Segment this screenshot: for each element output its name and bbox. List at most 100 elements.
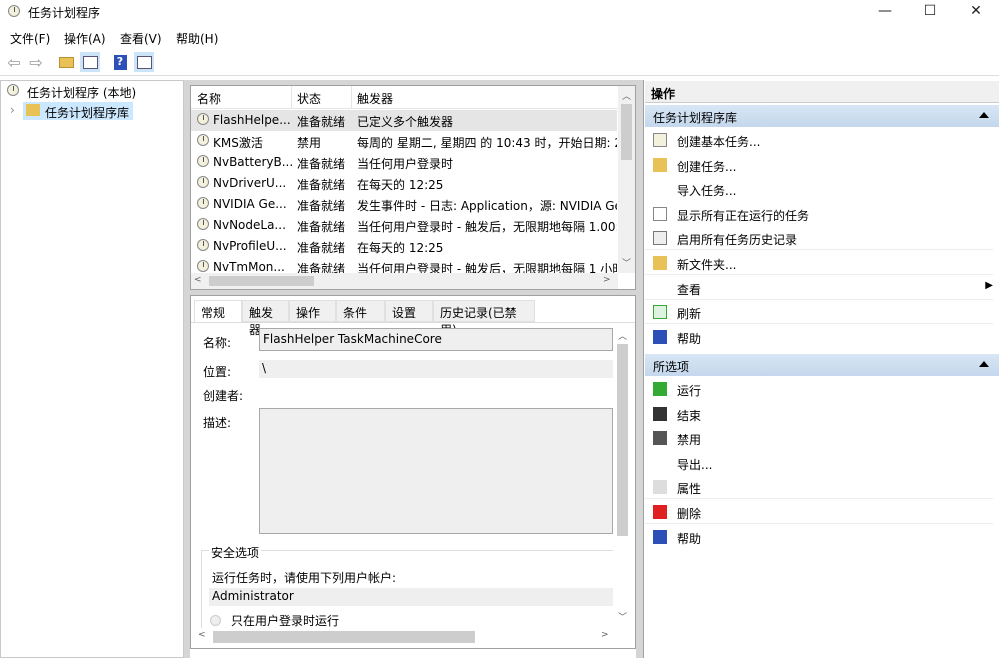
table-row[interactable]: FlashHelpe... 准备就绪 已定义多个触发器 — [191, 110, 617, 131]
action-label: 导入任务... — [677, 184, 737, 199]
back-icon[interactable]: ⇦ — [4, 52, 24, 72]
task-trigger: 在每天的 12:25 — [357, 178, 444, 192]
close-button[interactable]: ✕ — [953, 0, 999, 24]
maximize-button[interactable]: ☐ — [907, 0, 953, 24]
folder-up-icon[interactable] — [56, 52, 76, 72]
run-icon — [653, 382, 667, 396]
tab-5[interactable]: 历史记录(已禁用) — [433, 300, 535, 337]
splitter[interactable] — [636, 80, 643, 658]
action-section2-3[interactable]: 导出... — [645, 451, 993, 475]
menu-view[interactable]: 查看(V) — [120, 30, 162, 47]
task-clock-icon — [197, 113, 209, 125]
scheduler-icon — [7, 84, 19, 96]
task-clock-icon — [197, 260, 209, 272]
menu-file[interactable]: 文件(F) — [10, 30, 50, 47]
expand-chevron-icon[interactable]: › — [10, 103, 15, 117]
task-clock-icon — [197, 176, 209, 188]
action-label: 帮助 — [677, 531, 702, 546]
menu-help[interactable]: 帮助(H) — [176, 30, 218, 47]
tab-2[interactable]: 操作 — [289, 300, 336, 322]
task-name: NvNodeLa... — [213, 218, 286, 232]
radio-logged-on-only[interactable] — [210, 615, 221, 626]
tree-root[interactable]: 任务计划程序 (本地) — [27, 84, 136, 101]
action-label: 运行 — [677, 384, 702, 398]
tree-item-label: 任务计划程序库 — [45, 106, 130, 120]
run-as-label: 运行任务时，请使用下列用户帐户: — [212, 571, 397, 585]
action-section1-0[interactable]: 创建基本任务... — [645, 128, 993, 152]
section-selected-header[interactable]: 所选项 — [645, 354, 999, 376]
name-field[interactable]: FlashHelper TaskMachineCore — [259, 328, 613, 351]
action-section1-2[interactable]: 导入任务... — [645, 177, 993, 201]
task-trigger: 当任何用户登录时 — [357, 157, 454, 171]
help-icon[interactable]: ? — [110, 52, 130, 72]
table-row[interactable]: KMS激活 禁用 每周的 星期二, 星期四 的 10:43 时，开始日期: 2 — [191, 131, 617, 152]
action-section2-6[interactable]: 帮助 — [645, 525, 993, 549]
new-folder-icon — [653, 256, 667, 270]
action-label: 属性 — [677, 482, 702, 497]
show-action-pane-icon[interactable] — [134, 52, 154, 72]
action-label: 创建任务... — [677, 159, 737, 174]
action-section2-4[interactable]: 属性 — [645, 475, 993, 500]
tab-0[interactable]: 常规 — [194, 300, 242, 322]
task-status: 禁用 — [297, 136, 322, 150]
refresh-icon — [653, 305, 667, 320]
navigation-tree: 任务计划程序 (本地) › 任务计划程序库 — [0, 80, 184, 658]
help-icon — [653, 529, 667, 544]
collapse-icon[interactable] — [979, 112, 989, 118]
task-detail-pane: 常规触发器操作条件设置历史记录(已禁用) 名称: FlashHelper Tas… — [190, 295, 636, 649]
task-clock-icon — [197, 239, 209, 251]
forward-icon[interactable]: ⇨ — [26, 52, 46, 72]
action-section2-5[interactable]: 删除 — [645, 500, 993, 524]
task-trigger: 已定义多个触发器 — [357, 115, 454, 129]
section-library-header[interactable]: 任务计划程序库 — [645, 105, 999, 127]
action-section1-3[interactable]: 显示所有正在运行的任务 — [645, 202, 993, 226]
action-label: 导出... — [677, 457, 713, 472]
tab-1[interactable]: 触发器 — [242, 300, 289, 337]
task-name: NvBatteryB... — [213, 155, 294, 169]
description-field[interactable] — [259, 408, 613, 534]
task-name: NvTmMon... — [213, 260, 285, 274]
list-horizontal-scrollbar[interactable]: < > — [191, 273, 618, 289]
action-label: 查看 — [677, 282, 702, 297]
collapse-icon[interactable] — [979, 361, 989, 367]
table-row[interactable]: NVIDIA Ge... 准备就绪 发生事件时 - 日志: Application，… — [191, 194, 617, 215]
column-status[interactable]: 状态 — [297, 90, 321, 107]
action-section1-4[interactable]: 启用所有任务历史记录 — [645, 226, 993, 251]
action-section1-8[interactable]: 帮助 — [645, 325, 993, 349]
minimize-button[interactable]: — — [862, 0, 908, 24]
running-tasks-icon — [653, 206, 667, 221]
tab-3[interactable]: 条件 — [336, 300, 385, 322]
action-label: 删除 — [677, 507, 702, 521]
table-row[interactable]: NvBatteryB... 准备就绪 当任何用户登录时 — [191, 152, 617, 173]
action-section2-1[interactable]: 结束 — [645, 402, 993, 426]
table-row[interactable]: NvNodeLa... 准备就绪 当任何用户登录时 - 触发后，无限期地每隔 1.0… — [191, 215, 617, 236]
action-section1-5[interactable]: 新文件夹... — [645, 251, 993, 275]
app-clock-icon — [8, 5, 20, 17]
task-status: 准备就绪 — [297, 115, 346, 129]
tree-item-library[interactable]: 任务计划程序库 — [23, 102, 133, 120]
detail-vertical-scrollbar[interactable]: ︿ ﹀ — [614, 326, 631, 626]
history-icon — [653, 231, 667, 246]
task-name: NvProfileU... — [213, 239, 287, 253]
action-section2-0[interactable]: 运行 — [645, 377, 993, 401]
action-section1-1[interactable]: 创建任务... — [645, 153, 993, 177]
disable-icon — [653, 431, 667, 446]
list-header: 名称 状态 触发器 — [191, 86, 619, 109]
menu-action[interactable]: 操作(A) — [64, 30, 106, 47]
actions-title: 操作 — [645, 81, 999, 103]
tab-4[interactable]: 设置 — [385, 300, 433, 322]
show-hide-tree-icon[interactable] — [80, 52, 100, 72]
table-row[interactable]: NvProfileU... 准备就绪 在每天的 12:25 — [191, 236, 617, 257]
column-name[interactable]: 名称 — [197, 90, 221, 107]
actions-pane: 操作 任务计划程序库 创建基本任务... 创建任务... 导入任务... 显示所有正在… — [643, 80, 999, 658]
table-row[interactable]: NvDriverU... 准备就绪 在每天的 12:25 — [191, 173, 617, 194]
action-section1-7[interactable]: 刷新 — [645, 300, 993, 325]
action-section2-2[interactable]: 禁用 — [645, 426, 993, 450]
column-trigger[interactable]: 触发器 — [357, 90, 393, 107]
task-name: FlashHelpe... — [213, 113, 291, 127]
list-vertical-scrollbar[interactable]: ︿ ﹀ — [618, 86, 635, 273]
radio-label: 只在用户登录时运行 — [231, 614, 340, 628]
title-bar: 任务计划程序 — ☐ ✕ — [0, 0, 999, 24]
detail-horizontal-scrollbar[interactable]: < > — [195, 628, 613, 644]
action-section1-6[interactable]: 查看 ▶ — [645, 276, 993, 300]
